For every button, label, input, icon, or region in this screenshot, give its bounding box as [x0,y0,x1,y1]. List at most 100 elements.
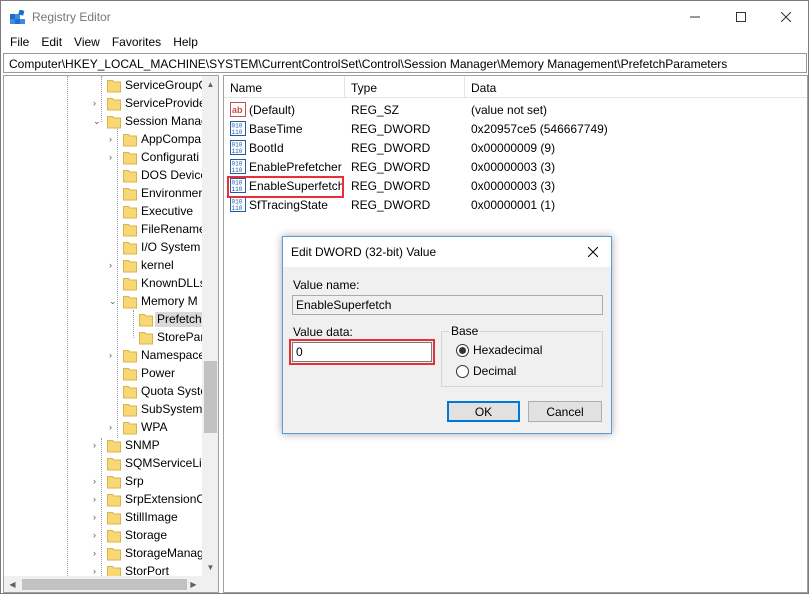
tree-item[interactable]: I/O System [4,239,202,257]
value-row[interactable]: 010 110 BootId REG_DWORD 0x00000009 (9) [224,138,807,157]
no-expander [125,333,134,342]
collapsed-chevron-icon[interactable]: › [93,549,102,558]
horizontal-scroll-thumb[interactable] [22,579,187,590]
collapsed-chevron-icon[interactable]: › [93,495,102,504]
expanded-chevron-icon[interactable]: ⌄ [109,297,118,306]
minimize-button[interactable] [672,1,718,32]
tree-item[interactable]: FileRename [4,221,202,239]
menu-view[interactable]: View [69,33,105,53]
tree-horizontal-scrollbar[interactable]: ◀ ▶ [4,576,202,592]
expanded-chevron-icon[interactable]: ⌄ [93,117,102,126]
tree-vertical-scrollbar[interactable]: ▲ ▼ [202,76,218,576]
scroll-down-arrow-icon[interactable]: ▼ [202,559,218,576]
collapsed-chevron-icon[interactable]: › [93,513,102,522]
ok-button[interactable]: OK [447,401,520,422]
no-expander [109,279,118,288]
cancel-button[interactable]: Cancel [528,401,602,422]
maximize-button[interactable] [718,1,764,32]
no-expander [109,189,118,198]
tree-item[interactable]: StorePar [4,329,202,347]
no-expander [109,207,118,216]
tree-item[interactable]: ⌄ Session Manag [4,113,202,131]
dialog-title-bar: Edit DWORD (32-bit) Value [283,237,611,267]
menu-favorites[interactable]: Favorites [107,33,166,53]
scroll-right-arrow-icon[interactable]: ▶ [185,576,202,592]
folder-icon [123,384,137,399]
tree-item-label: Environmer [141,186,202,200]
tree-item[interactable]: › kernel [4,257,202,275]
decimal-radio[interactable]: Decimal [456,364,516,378]
tree-item-label: Executive [141,204,194,218]
tree-item-label: StillImage [125,510,178,524]
vertical-scroll-thumb[interactable] [204,361,217,433]
tree-item-label: Power [141,366,176,380]
tree-item[interactable]: › SrpExtensionC [4,491,202,509]
collapsed-chevron-icon[interactable]: › [93,477,102,486]
hexadecimal-label: Hexadecimal [473,343,543,357]
hexadecimal-radio[interactable]: Hexadecimal [456,343,542,357]
collapsed-chevron-icon[interactable]: › [109,351,118,360]
tree-item[interactable]: › StillImage [4,509,202,527]
menu-bar: File Edit View Favorites Help [1,33,808,53]
tree-item[interactable]: › Srp [4,473,202,491]
tree-item-label: ServiceGroupC [125,78,202,92]
tree-item[interactable]: › Namespace [4,347,202,365]
scroll-up-arrow-icon[interactable]: ▲ [202,76,218,93]
tree-item-label: Srp [125,474,144,488]
tree-item[interactable]: Environmer [4,185,202,203]
column-header-name[interactable]: Name [224,76,345,98]
folder-icon [107,528,121,543]
value-row[interactable]: 010 110 BaseTime REG_DWORD 0x20957ce5 (54666… [224,119,807,138]
folder-icon [123,204,137,219]
no-expander [109,225,118,234]
binary-value-icon: 010 110 [230,140,246,155]
collapsed-chevron-icon[interactable]: › [93,441,102,450]
menu-help[interactable]: Help [168,33,203,53]
tree-item[interactable]: Quota Syste [4,383,202,401]
menu-edit[interactable]: Edit [36,33,67,53]
collapsed-chevron-icon[interactable]: › [93,531,102,540]
collapsed-chevron-icon[interactable]: › [93,567,102,576]
edit-dword-dialog: Edit DWORD (32-bit) Value Value name: En… [282,236,612,434]
tree-item[interactable]: › WPA [4,419,202,437]
tree-item[interactable]: ⌄ Memory M [4,293,202,311]
scroll-left-arrow-icon[interactable]: ◀ [4,576,21,592]
tree-item[interactable]: › AppCompa [4,131,202,149]
tree-item[interactable]: › Storage [4,527,202,545]
tree-item[interactable]: › StorPort [4,563,202,576]
tree-item-label: StorPort [125,564,170,576]
tree-item-label: WPA [141,420,168,434]
folder-icon [123,222,137,237]
address-bar[interactable]: Computer\HKEY_LOCAL_MACHINE\SYSTEM\Curre… [3,53,807,73]
tree-item[interactable]: Executive [4,203,202,221]
tree-item[interactable]: › Configurati [4,149,202,167]
tree-item[interactable]: ServiceGroupC [4,77,202,95]
tree-item[interactable]: › ServiceProvide [4,95,202,113]
column-header-data[interactable]: Data [465,76,807,98]
tree-item[interactable]: › SNMP [4,437,202,455]
tree-item[interactable]: SQMServiceLis [4,455,202,473]
tree-item[interactable]: KnownDLLs [4,275,202,293]
tree-item[interactable]: Prefetch [4,311,202,329]
column-header-type[interactable]: Type [345,76,465,98]
dialog-close-button[interactable] [583,243,603,261]
title-bar: Registry Editor [1,1,808,33]
collapsed-chevron-icon[interactable]: › [109,261,118,270]
collapsed-chevron-icon[interactable]: › [109,153,118,162]
radio-unselected-icon [456,364,469,378]
tree-item[interactable]: DOS Device [4,167,202,185]
collapsed-chevron-icon[interactable]: › [93,99,102,108]
tree-item[interactable]: Power [4,365,202,383]
value-name: EnablePrefetcher [249,160,342,174]
collapsed-chevron-icon[interactable]: › [109,135,118,144]
window-title: Registry Editor [32,10,111,24]
menu-file[interactable]: File [5,33,34,53]
value-row[interactable]: 010 110 EnablePrefetcher REG_DWORD 0x0000000… [224,157,807,176]
value-data: 0x00000003 (3) [471,179,556,193]
key-tree-pane[interactable]: ServiceGroupC › ServiceProvide ⌄ Session Man… [3,75,219,593]
value-row[interactable]: ab (Default) REG_SZ (value not set) [224,100,807,119]
close-button[interactable] [763,1,809,32]
collapsed-chevron-icon[interactable]: › [109,423,118,432]
tree-item[interactable]: SubSystem [4,401,202,419]
tree-item[interactable]: › StorageManag [4,545,202,563]
